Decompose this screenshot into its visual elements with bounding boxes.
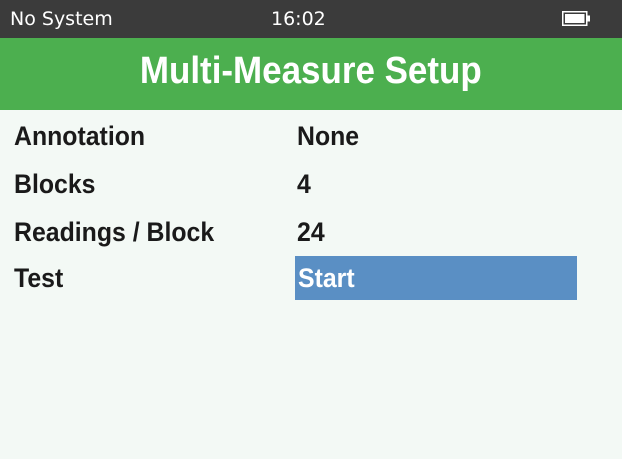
setting-row-blocks[interactable]: Blocks 4 <box>0 160 622 208</box>
setting-row-readings-per-block[interactable]: Readings / Block 24 <box>0 208 622 256</box>
setting-row-annotation[interactable]: Annotation None <box>0 112 622 160</box>
setting-row-test[interactable]: Test Start <box>0 254 622 302</box>
setting-label-test: Test <box>14 263 64 293</box>
device-screen: No System 16:02 Multi-Measure Setup Anno… <box>0 0 622 459</box>
clock-time: 16:02 <box>271 8 326 30</box>
setting-value-annotation[interactable]: None <box>297 120 359 152</box>
page-title: Multi-Measure Setup <box>140 50 482 92</box>
battery-full-icon <box>562 11 590 26</box>
start-test-label: Start <box>298 263 355 293</box>
start-test-button[interactable]: Start <box>295 256 577 300</box>
setting-value-blocks[interactable]: 4 <box>297 168 311 200</box>
setting-label-blocks: Blocks <box>14 169 96 199</box>
setting-value-readings-per-block[interactable]: 24 <box>297 216 325 248</box>
system-status-text: No System <box>10 8 113 30</box>
setting-label-readings-per-block: Readings / Block <box>14 217 215 247</box>
setting-label-annotation: Annotation <box>14 121 146 151</box>
title-bar: Multi-Measure Setup <box>0 38 622 110</box>
status-bar: No System 16:02 <box>0 0 622 38</box>
